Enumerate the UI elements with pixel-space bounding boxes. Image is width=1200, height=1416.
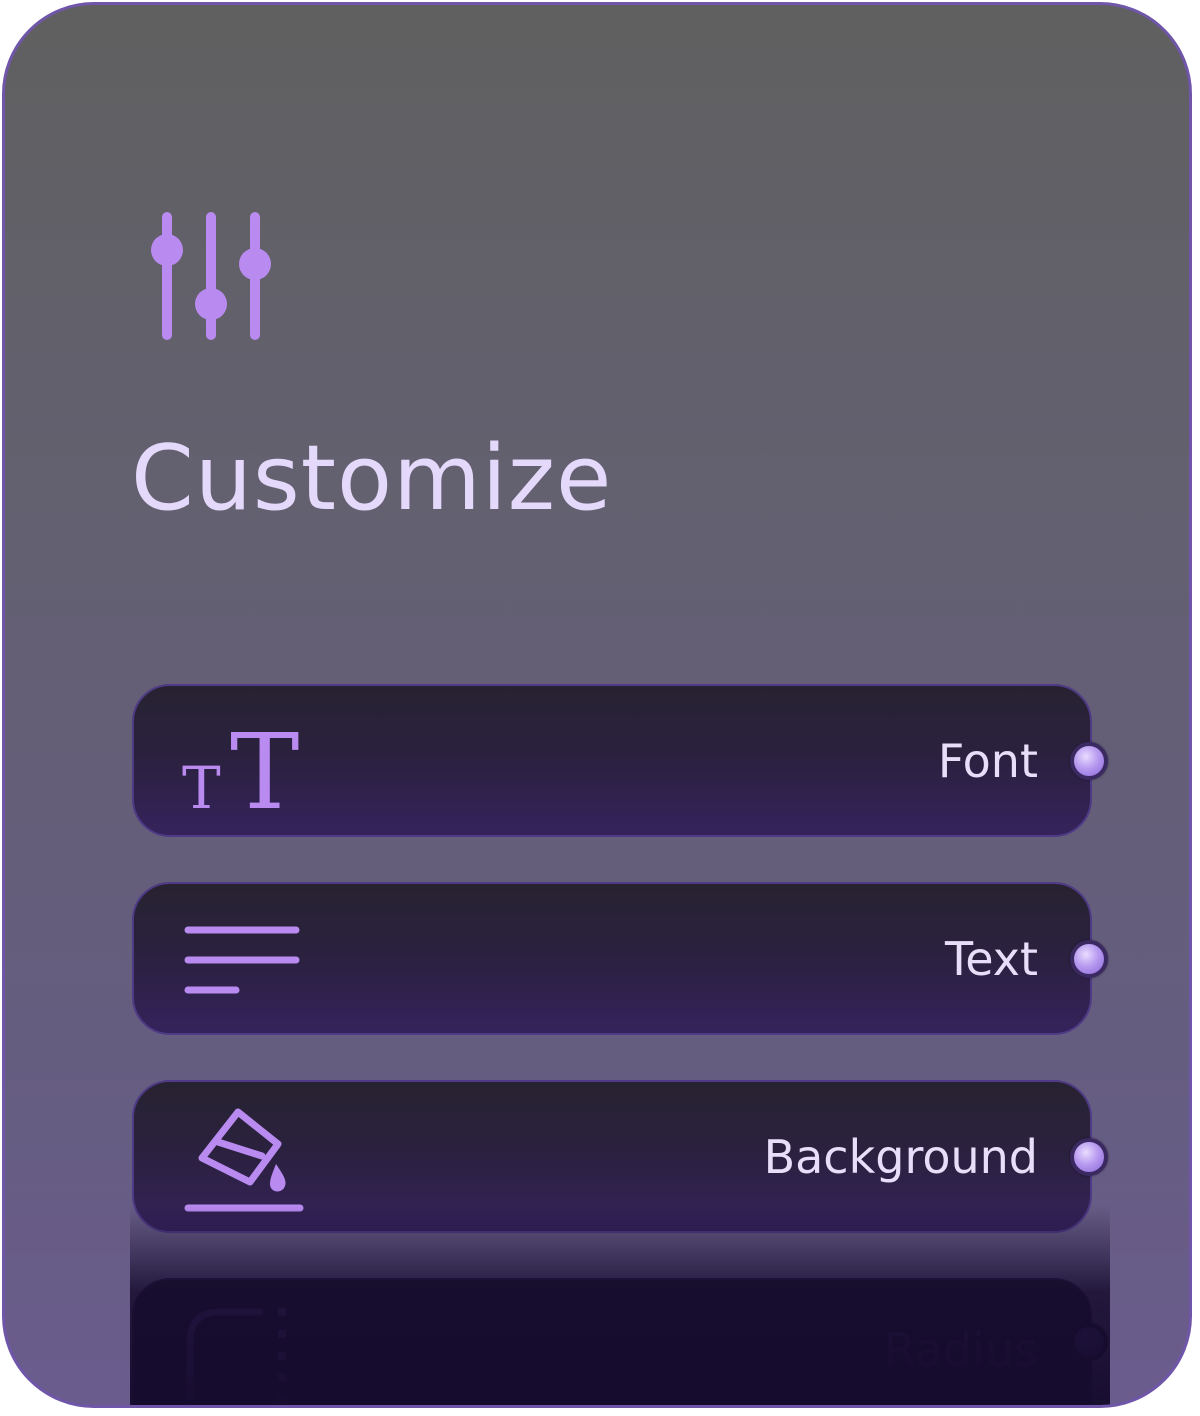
option-font[interactable]: T T Font: [132, 684, 1108, 837]
option-text-label: Text: [944, 931, 1038, 986]
paint-bucket-icon: [184, 1108, 304, 1212]
option-background-knob[interactable]: [1070, 1137, 1108, 1176]
font-size-icon: T T: [182, 711, 299, 818]
customize-panel: Customize T T Font Text Background Radiu…: [2, 2, 1192, 1408]
text-align-icon: [184, 926, 300, 994]
corner-radius-icon: [186, 1308, 286, 1404]
option-radius-label: Radius: [883, 1323, 1038, 1377]
svg-text:T: T: [182, 754, 221, 818]
option-background[interactable]: Background: [132, 1080, 1108, 1233]
option-radius[interactable]: Radius: [132, 1278, 1108, 1405]
svg-text:T: T: [230, 711, 299, 818]
option-radius-knob[interactable]: [1070, 1323, 1108, 1361]
option-text[interactable]: Text: [132, 882, 1108, 1035]
option-text-knob[interactable]: [1070, 939, 1108, 978]
option-background-label: Background: [763, 1129, 1038, 1184]
panel-title: Customize: [131, 426, 613, 531]
option-font-label: Font: [937, 733, 1038, 788]
sliders-icon: [151, 212, 271, 340]
option-font-knob[interactable]: [1070, 741, 1108, 780]
